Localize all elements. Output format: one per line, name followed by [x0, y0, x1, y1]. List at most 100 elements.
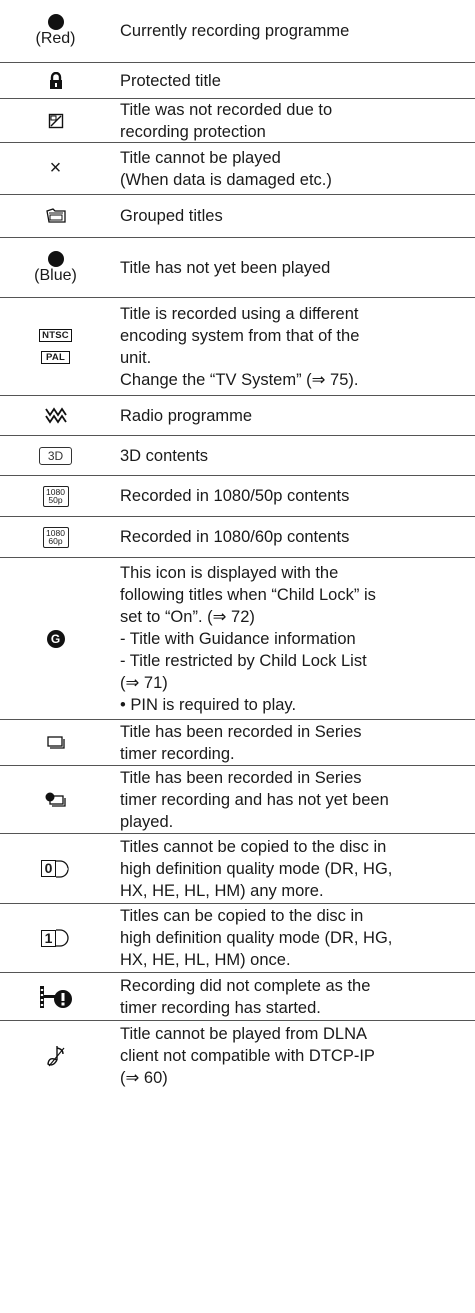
description-line: unit.	[120, 348, 152, 367]
table-row: (Red) Currently recording programme	[0, 0, 475, 62]
row-description: Title has not yet been played	[120, 238, 469, 297]
frame-rate-label: 50p	[48, 495, 63, 505]
ntsc-tag: NTSC	[39, 329, 72, 342]
description-line: high definition quality mode (DR, HG,	[120, 929, 393, 947]
row-description: Title cannot be played (When data is dam…	[120, 143, 469, 194]
description-line: Title has not yet been played	[120, 258, 331, 277]
g-letter: G	[46, 629, 65, 648]
table-row: Grouped titles	[0, 194, 475, 237]
copy-zero-icon: 0	[0, 834, 111, 903]
row-description: Title has been recorded in Series timer …	[120, 766, 469, 833]
table-row: 0 Titles cannot be copied to the disc in…	[0, 833, 475, 903]
blue-dot-icon: (Blue)	[0, 238, 111, 297]
description-line: Change the “TV System” (⇒ 75).	[120, 370, 359, 389]
table-row: Title cannot be played from DLNA client …	[0, 1020, 475, 1090]
table-row: Title has been recorded in Series timer …	[0, 719, 475, 765]
row-description: Titles cannot be copied to the disc in h…	[120, 834, 469, 903]
description-line: Radio programme	[120, 406, 253, 425]
row-description: Title is recorded using a different enco…	[120, 298, 469, 395]
description-line: Grouped titles	[120, 207, 223, 225]
description-line: Recorded in 1080/50p contents	[120, 487, 350, 505]
table-row: 3D 3D contents	[0, 435, 475, 475]
icon-color-label: (Red)	[35, 30, 76, 47]
description-line: Title has been recorded in Series	[120, 722, 362, 741]
row-description: Title was not recorded due to recording …	[120, 99, 469, 142]
description-line: Title is recorded using a different	[120, 304, 359, 323]
row-description: Recorded in 1080/50p contents	[120, 476, 469, 516]
description-line: Title was not recorded due to	[120, 100, 333, 119]
radio-icon	[0, 396, 111, 435]
description-line: played.	[120, 812, 174, 831]
description-line: following titles when “Child Lock” is	[120, 585, 376, 604]
ntsc-pal-icon: NTSC PAL	[0, 298, 111, 395]
recording-incomplete-icon	[0, 973, 111, 1020]
row-description: Titles can be copied to the disc in high…	[120, 904, 469, 972]
description-line: - Title restricted by Child Lock List	[120, 651, 367, 670]
dlna-restricted-icon	[0, 1021, 111, 1090]
description-line: timer recording has started.	[120, 998, 321, 1017]
table-row: Title was not recorded due to recording …	[0, 98, 475, 142]
row-description: Recording did not complete as the timer …	[120, 973, 469, 1020]
table-row: 1080 50p Recorded in 1080/50p contents	[0, 475, 475, 516]
description-line: set to “On”. (⇒ 72)	[120, 607, 255, 626]
row-description: Grouped titles	[120, 195, 469, 237]
pal-tag: PAL	[41, 351, 70, 364]
row-description: This icon is displayed with the followin…	[120, 558, 469, 719]
row-description: 3D contents	[120, 436, 469, 475]
table-row: (Blue) Title has not yet been played	[0, 237, 475, 297]
grouped-titles-icon	[0, 195, 111, 237]
1080-60p-icon: 1080 60p	[0, 517, 111, 557]
description-line: timer recording and has not yet been	[120, 790, 389, 809]
series-timer-unplayed-icon	[0, 766, 111, 833]
table-row: × Title cannot be played (When data is d…	[0, 142, 475, 194]
table-row: NTSC PAL Title is recorded using a diffe…	[0, 297, 475, 395]
table-row: G This icon is displayed with the follow…	[0, 557, 475, 719]
table-row: Title has been recorded in Series timer …	[0, 765, 475, 833]
copy-once-icon: 1	[0, 904, 111, 972]
description-line: Currently recording programme	[120, 22, 350, 40]
table-row: Radio programme	[0, 395, 475, 435]
description-line: high definition quality mode (DR, HG,	[120, 859, 393, 878]
description-line: client not compatible with DTCP-IP	[120, 1046, 375, 1065]
guidance-g-icon: G	[0, 558, 111, 719]
row-description: Radio programme	[120, 396, 469, 435]
cross-icon: ×	[0, 143, 111, 194]
lock-icon	[0, 63, 111, 98]
icon-color-label: (Blue)	[34, 266, 77, 284]
description-line: • PIN is required to play.	[120, 695, 297, 714]
3d-label: 3D	[38, 446, 73, 465]
description-line: (⇒ 60)	[120, 1068, 168, 1087]
description-line: This icon is displayed with the	[120, 563, 339, 582]
description-line: Recorded in 1080/60p contents	[120, 528, 350, 546]
row-description: Currently recording programme	[120, 0, 469, 62]
description-line: Titles can be copied to the disc in	[120, 907, 364, 925]
series-timer-icon	[0, 720, 111, 765]
cross-glyph: ×	[49, 157, 62, 179]
row-description: Title has been recorded in Series timer …	[120, 720, 469, 765]
description-line: Protected title	[120, 71, 221, 90]
row-description: Protected title	[120, 63, 469, 98]
table-row: 1080 60p Recorded in 1080/60p contents	[0, 516, 475, 557]
table-row: 1 Titles can be copied to the disc in hi…	[0, 903, 475, 972]
description-line: - Title with Guidance information	[120, 629, 356, 648]
description-line: (⇒ 71)	[120, 673, 168, 692]
description-line: Recording did not complete as the	[120, 976, 371, 995]
description-line: HX, HE, HL, HM) any more.	[120, 881, 324, 900]
frame-rate-label: 60p	[48, 536, 63, 546]
description-line: Titles cannot be copied to the disc in	[120, 837, 387, 856]
description-line: Title cannot be played from DLNA	[120, 1024, 368, 1043]
description-line: 3D contents	[120, 446, 209, 465]
red-dot-icon: (Red)	[0, 0, 111, 62]
description-line: (When data is damaged etc.)	[120, 170, 332, 189]
1080-50p-icon: 1080 50p	[0, 476, 111, 516]
description-line: Title has been recorded in Series	[120, 768, 362, 787]
table-row: Recording did not complete as the timer …	[0, 972, 475, 1020]
description-line: Title cannot be played	[120, 148, 281, 167]
description-line: recording protection	[120, 122, 266, 141]
table-row: Protected title	[0, 62, 475, 98]
row-description: Recorded in 1080/60p contents	[120, 517, 469, 557]
row-description: Title cannot be played from DLNA client …	[120, 1021, 469, 1090]
no-copy-icon	[0, 99, 111, 142]
description-line: HX, HE, HL, HM) once.	[120, 951, 291, 969]
3d-icon: 3D	[0, 436, 111, 475]
